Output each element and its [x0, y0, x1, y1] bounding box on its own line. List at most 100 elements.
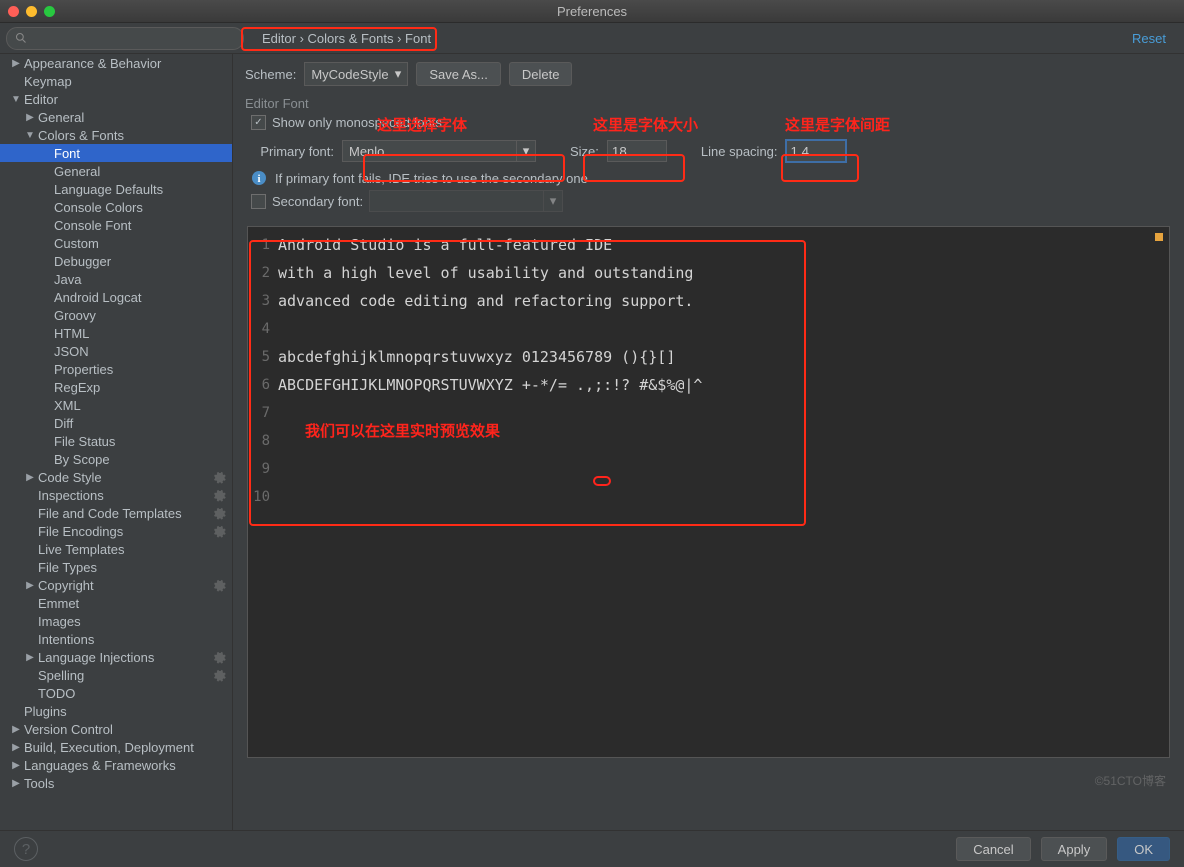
sidebar-item-label: General [38, 110, 84, 125]
line-number: 5 [248, 343, 270, 371]
sidebar-item-label: Build, Execution, Deployment [24, 740, 194, 755]
info-icon: i [251, 170, 267, 186]
sidebar-item-languages-frameworks[interactable]: ▶Languages & Frameworks [0, 756, 232, 774]
sidebar-item-copyright[interactable]: ▶Copyright [0, 576, 232, 594]
close-icon[interactable] [8, 6, 19, 17]
sidebar-item-todo[interactable]: TODO [0, 684, 232, 702]
line-spacing-input[interactable] [786, 140, 846, 162]
save-as-button[interactable]: Save As... [416, 62, 501, 86]
reset-link[interactable]: Reset [1132, 31, 1166, 46]
sidebar-item-label: Appearance & Behavior [24, 56, 161, 71]
line-number: 7 [248, 399, 270, 427]
sidebar-item-label: Spelling [38, 668, 84, 683]
tree-arrow-icon: ▶ [24, 580, 36, 591]
sidebar-item-label: TODO [38, 686, 75, 701]
code-line [278, 315, 1163, 343]
chevron-down-icon: ▾ [543, 191, 562, 211]
sidebar-item-html[interactable]: HTML [0, 324, 232, 342]
search-input[interactable] [6, 27, 244, 50]
sidebar-item-label: RegExp [54, 380, 100, 395]
sidebar-item-file-types[interactable]: File Types [0, 558, 232, 576]
line-number: 1 [248, 231, 270, 259]
code-line [278, 427, 1163, 455]
secondary-font-checkbox[interactable] [251, 194, 266, 209]
sidebar-item-colors-fonts[interactable]: ▼Colors & Fonts [0, 126, 232, 144]
sidebar-item-tools[interactable]: ▶Tools [0, 774, 232, 792]
help-icon[interactable]: ? [14, 837, 38, 861]
sidebar-item-file-status[interactable]: File Status [0, 432, 232, 450]
sidebar-item-label: Properties [54, 362, 113, 377]
sidebar-item-language-injections[interactable]: ▶Language Injections [0, 648, 232, 666]
sidebar-item-plugins[interactable]: Plugins [0, 702, 232, 720]
sidebar-item-general[interactable]: ▶General [0, 108, 232, 126]
tree-arrow-icon: ▶ [24, 472, 36, 483]
tree-arrow-icon: ▶ [10, 760, 22, 771]
primary-font-dropdown[interactable]: Menlo ▾ [342, 140, 536, 162]
sidebar-item-label: Debugger [54, 254, 111, 269]
sidebar-item-emmet[interactable]: Emmet [0, 594, 232, 612]
apply-button[interactable]: Apply [1041, 837, 1108, 861]
scheme-dropdown[interactable]: MyCodeStyle ▾ [304, 62, 408, 86]
sidebar-item-debugger[interactable]: Debugger [0, 252, 232, 270]
sidebar-item-keymap[interactable]: Keymap [0, 72, 232, 90]
sidebar-item-properties[interactable]: Properties [0, 360, 232, 378]
sidebar-item-language-defaults[interactable]: Language Defaults [0, 180, 232, 198]
gear-icon [212, 668, 226, 682]
sidebar-item-xml[interactable]: XML [0, 396, 232, 414]
sidebar-item-custom[interactable]: Custom [0, 234, 232, 252]
line-number: 3 [248, 287, 270, 315]
sidebar-item-file-and-code-templates[interactable]: File and Code Templates [0, 504, 232, 522]
sidebar-item-label: Live Templates [38, 542, 124, 557]
sidebar-item-groovy[interactable]: Groovy [0, 306, 232, 324]
sidebar-item-general[interactable]: General [0, 162, 232, 180]
window-title: Preferences [557, 4, 627, 19]
sidebar-item-java[interactable]: Java [0, 270, 232, 288]
sidebar-item-json[interactable]: JSON [0, 342, 232, 360]
sidebar-item-label: Version Control [24, 722, 113, 737]
minimize-icon[interactable] [26, 6, 37, 17]
toolbar: Editor › Colors & Fonts › Font Reset [0, 23, 1184, 54]
sidebar: ▶Appearance & BehaviorKeymap▼Editor▶Gene… [0, 54, 233, 833]
sidebar-item-appearance-behavior[interactable]: ▶Appearance & Behavior [0, 54, 232, 72]
sidebar-item-label: Languages & Frameworks [24, 758, 176, 773]
sidebar-item-version-control[interactable]: ▶Version Control [0, 720, 232, 738]
line-number: 9 [248, 455, 270, 483]
sidebar-item-label: Plugins [24, 704, 67, 719]
sidebar-item-spelling[interactable]: Spelling [0, 666, 232, 684]
search-field[interactable] [31, 30, 235, 47]
sidebar-item-console-font[interactable]: Console Font [0, 216, 232, 234]
sidebar-item-android-logcat[interactable]: Android Logcat [0, 288, 232, 306]
sidebar-item-intentions[interactable]: Intentions [0, 630, 232, 648]
cancel-button[interactable]: Cancel [956, 837, 1030, 861]
sidebar-item-inspections[interactable]: Inspections [0, 486, 232, 504]
sidebar-item-by-scope[interactable]: By Scope [0, 450, 232, 468]
line-number: 2 [248, 259, 270, 287]
sidebar-item-font[interactable]: Font [0, 144, 232, 162]
titlebar: Preferences [0, 0, 1184, 23]
delete-button[interactable]: Delete [509, 62, 573, 86]
sidebar-item-label: JSON [54, 344, 89, 359]
stripe-marker-icon [1155, 233, 1163, 241]
gear-icon [212, 488, 226, 502]
show-monospaced-checkbox[interactable] [251, 115, 266, 130]
fallback-info: If primary font fails, IDE tries to use … [275, 171, 588, 186]
zoom-icon[interactable] [44, 6, 55, 17]
primary-font-label: Primary font: [259, 144, 334, 159]
sidebar-item-build-execution-deployment[interactable]: ▶Build, Execution, Deployment [0, 738, 232, 756]
svg-text:i: i [257, 173, 260, 185]
sidebar-item-diff[interactable]: Diff [0, 414, 232, 432]
sidebar-item-images[interactable]: Images [0, 612, 232, 630]
sidebar-item-live-templates[interactable]: Live Templates [0, 540, 232, 558]
sidebar-item-editor[interactable]: ▼Editor [0, 90, 232, 108]
line-number: 10 [248, 483, 270, 511]
sidebar-item-code-style[interactable]: ▶Code Style [0, 468, 232, 486]
sidebar-item-file-encodings[interactable]: File Encodings [0, 522, 232, 540]
sidebar-item-console-colors[interactable]: Console Colors [0, 198, 232, 216]
sidebar-item-label: File Types [38, 560, 97, 575]
sidebar-item-regexp[interactable]: RegExp [0, 378, 232, 396]
sidebar-item-label: Code Style [38, 470, 102, 485]
sidebar-item-label: Language Injections [38, 650, 154, 665]
ok-button[interactable]: OK [1117, 837, 1170, 861]
code-line: abcdefghijklmnopqrstuvwxyz 0123456789 ()… [278, 343, 1163, 371]
size-input[interactable] [607, 140, 667, 162]
